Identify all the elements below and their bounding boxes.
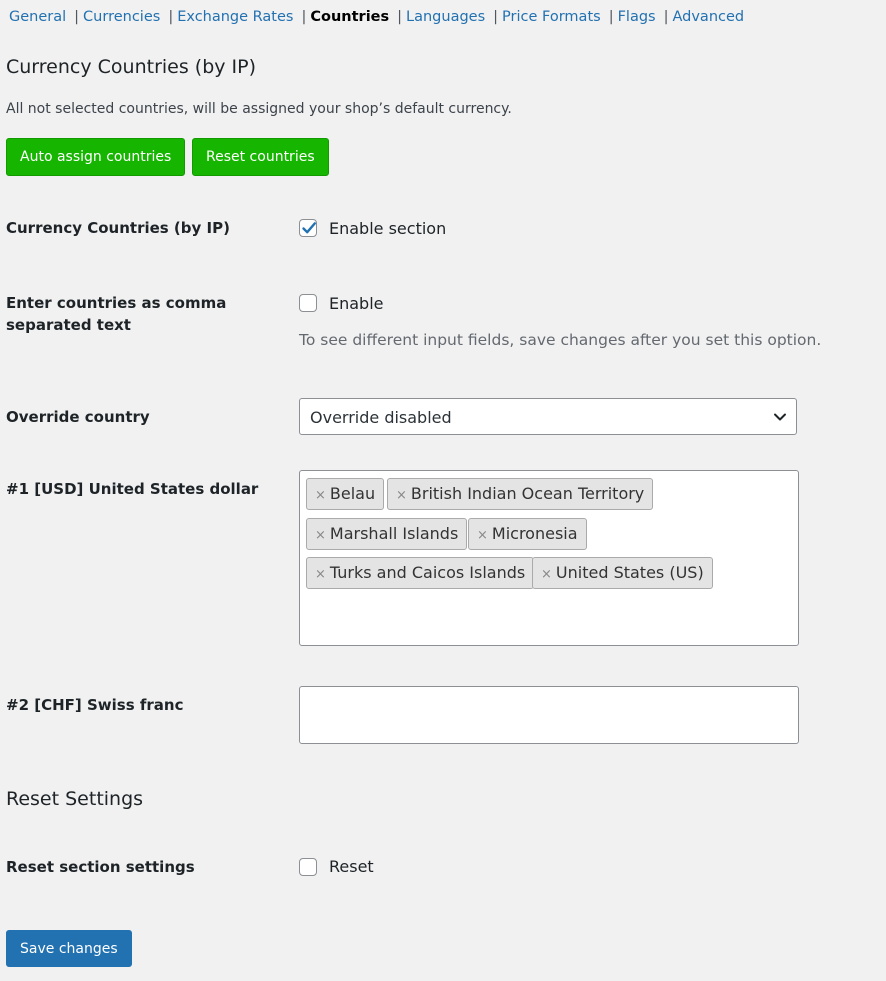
usd-row-label: #1 [USD] United States dollar: [6, 480, 259, 498]
reset-section-row-label: Reset section settings: [6, 858, 195, 876]
subnav-separator: |: [301, 9, 307, 25]
remove-chip-icon[interactable]: ×: [396, 488, 407, 503]
override-country-row-label: Override country: [6, 408, 150, 426]
country-chip: × Turks and Caicos Islands: [306, 557, 535, 589]
subnav-separator: |: [608, 9, 614, 25]
subnav-separator: |: [493, 9, 499, 25]
comma-text-checkbox-label[interactable]: Enable: [329, 294, 384, 313]
subnav-advanced[interactable]: Advanced: [672, 9, 744, 25]
remove-chip-icon[interactable]: ×: [315, 567, 326, 582]
subnav-separator: |: [663, 9, 669, 25]
subnav: General | Currencies | Exchange Rates | Countr…: [9, 9, 744, 25]
save-changes-button[interactable]: Save changes: [6, 930, 132, 967]
reset-checkbox-label[interactable]: Reset: [329, 857, 374, 876]
reset-settings-title: Reset Settings: [6, 788, 144, 810]
comma-text-row-label: Enter countries as comma separated text: [6, 294, 227, 334]
chf-row-label: #2 [CHF] Swiss franc: [6, 696, 184, 714]
section-title: Currency Countries (by IP): [6, 56, 257, 78]
override-country-select[interactable]: Override disabled: [299, 398, 797, 435]
subnav-languages[interactable]: Languages: [406, 9, 485, 25]
chevron-down-icon: [774, 413, 786, 421]
subnav-separator: |: [74, 9, 80, 25]
enable-section-checkbox-label[interactable]: Enable section: [329, 219, 446, 238]
chf-countries-input[interactable]: [299, 686, 799, 744]
comma-text-checkbox[interactable]: [299, 294, 317, 312]
country-chip: × United States (US): [532, 557, 713, 589]
enable-section-row-label: Currency Countries (by IP): [6, 219, 230, 237]
checkmark-icon: [302, 222, 316, 234]
section-description: All not selected countries, will be assi…: [6, 101, 512, 117]
subnav-price-formats[interactable]: Price Formats: [502, 9, 601, 25]
enable-section-checkbox[interactable]: [299, 219, 317, 237]
remove-chip-icon[interactable]: ×: [541, 567, 552, 582]
country-chip-label: Belau: [329, 484, 376, 503]
subnav-currencies[interactable]: Currencies: [83, 9, 160, 25]
subnav-countries[interactable]: Countries: [310, 9, 389, 25]
country-chip-label: Marshall Islands: [329, 524, 459, 543]
usd-countries-multiselect[interactable]: × Belau × British Indian Ocean Territory ×…: [299, 470, 799, 646]
reset-checkbox[interactable]: [299, 858, 317, 876]
reset-countries-button[interactable]: Reset countries: [192, 138, 329, 176]
auto-assign-countries-button[interactable]: Auto assign countries: [6, 138, 186, 176]
subnav-separator: |: [168, 9, 174, 25]
subnav-general[interactable]: General: [9, 9, 66, 25]
remove-chip-icon[interactable]: ×: [315, 528, 326, 543]
subnav-separator: |: [397, 9, 403, 25]
country-chip: × British Indian Ocean Territory: [387, 478, 654, 510]
subnav-flags[interactable]: Flags: [618, 9, 656, 25]
country-chip-label: British Indian Ocean Territory: [410, 484, 645, 503]
subnav-exchange-rates[interactable]: Exchange Rates: [177, 9, 293, 25]
country-chip-label: Micronesia: [491, 524, 578, 543]
remove-chip-icon[interactable]: ×: [315, 488, 326, 503]
country-chip: × Micronesia: [468, 518, 587, 550]
country-chip-label: United States (US): [555, 563, 704, 582]
override-country-selected-value: Override disabled: [310, 408, 452, 427]
comma-text-hint: To see different input fields, save chan…: [299, 331, 822, 349]
country-chip-label: Turks and Caicos Islands: [329, 563, 526, 582]
country-chip: × Marshall Islands: [306, 518, 468, 550]
remove-chip-icon[interactable]: ×: [477, 528, 488, 543]
country-chip: × Belau: [306, 478, 385, 510]
